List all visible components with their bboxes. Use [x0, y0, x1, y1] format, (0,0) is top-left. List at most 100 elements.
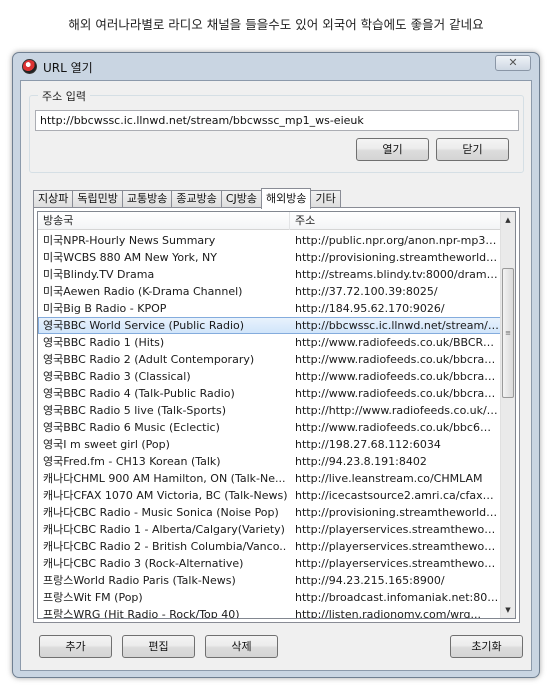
station-name: 미국Aewen Radio (K-Drama Channel): [43, 285, 243, 298]
list-item[interactable]: 미국Blindy.TV Drama http://streams.blindy.t…: [38, 266, 502, 283]
delete-button[interactable]: 삭제: [205, 635, 278, 658]
list-item[interactable]: 프랑스World Radio Paris (Talk-News) http://9…: [38, 572, 502, 589]
station-address: http://94.23.8.191:8402: [295, 455, 427, 468]
address-group: 주소 입력 http://bbcwssc.ic.llnwd.net/stream…: [29, 88, 524, 173]
list-item[interactable]: 영국BBC World Service (Public Radio) http:/…: [38, 317, 502, 334]
titlebar[interactable]: URL 열기 ✕: [13, 53, 539, 79]
station-address: http://www.radiofeeds.co.uk/BBCRadio...: [295, 336, 499, 349]
app-icon: [22, 59, 37, 74]
vertical-scrollbar[interactable]: ▲ ≡ ▼: [500, 212, 515, 618]
list-item[interactable]: 영국BBC Radio 3 (Classical) http://www.radi…: [38, 368, 502, 385]
station-address: http://public.npr.org/anon.npr-mp3/np...: [295, 234, 499, 247]
list-item[interactable]: 영국BBC Radio 4 (Talk-Public Radio) http://…: [38, 385, 502, 402]
station-address: http://broadcast.infomaniak.net:80/sta..…: [295, 591, 499, 604]
tab-panel: 방송국 주소 미국NPR-Hourly News Summary http://p…: [33, 207, 520, 623]
station-address: http://www.radiofeeds.co.uk/bbc6musi...: [295, 421, 499, 434]
window-title: URL 열기: [43, 61, 93, 75]
tab-3[interactable]: 종교방송: [171, 190, 222, 208]
tab-2[interactable]: 교통방송: [121, 190, 173, 208]
tab-0[interactable]: 지상파: [33, 190, 74, 208]
tab-1[interactable]: 독립민방: [72, 190, 123, 208]
list-item[interactable]: 영국I m sweet girl (Pop) http://198.27.68.1…: [38, 436, 502, 453]
url-input[interactable]: http://bbcwssc.ic.llnwd.net/stream/bbcws…: [35, 110, 519, 131]
station-name: 캐나다CBC Radio 2 - British Columbia/Vanco.…: [43, 540, 287, 553]
station-address: http://www.radiofeeds.co.uk/bbcradio...: [295, 387, 499, 400]
list-item[interactable]: 프랑스WRG (Hit Radio - Rock/Top 40) http://l…: [38, 606, 502, 619]
tab-4[interactable]: CJ방송: [220, 190, 262, 208]
station-address: http://listen.radionomy.com/wrg...: [295, 608, 481, 619]
station-name: 영국BBC Radio 6 Music (Eclectic): [43, 421, 220, 434]
list-item[interactable]: 캐나다CBC Radio 2 - British Columbia/Vanco.…: [38, 538, 502, 555]
station-name: 미국Blindy.TV Drama: [43, 268, 155, 281]
station-name: 캐나다CFAX 1070 AM Victoria, BC (Talk-News): [43, 489, 287, 502]
tab-5[interactable]: 해외방송: [261, 188, 312, 209]
station-name: 프랑스WRG (Hit Radio - Rock/Top 40): [43, 608, 240, 619]
column-header-address[interactable]: 주소: [290, 212, 502, 230]
station-address: http://www.radiofeeds.co.uk/bbcradio...: [295, 370, 499, 383]
list-item[interactable]: 영국BBC Radio 5 live (Talk-Sports) http://h…: [38, 402, 502, 419]
station-address: http://playerservices.streamtheworld.c..…: [295, 557, 499, 570]
station-address: http://provisioning.streamtheworld.co...: [295, 506, 499, 519]
station-name: 영국BBC Radio 2 (Adult Contemporary): [43, 353, 255, 366]
column-header-station[interactable]: 방송국: [38, 212, 290, 230]
station-address: http://184.95.62.170:9026/: [295, 302, 445, 315]
list-item[interactable]: 미국Big B Radio - KPOP http://184.95.62.170…: [38, 300, 502, 317]
category-tabs: 지상파 독립민방 교통방송 종교방송 CJ방송 해외방송 기타: [33, 187, 341, 209]
station-address: http://live.leanstream.co/CHMLAM: [295, 472, 483, 485]
list-item[interactable]: 미국WCBS 880 AM New York, NY http://provisi…: [38, 249, 502, 266]
station-list: 방송국 주소 미국NPR-Hourly News Summary http://p…: [37, 211, 516, 619]
station-name: 영국Fred.fm - CH13 Korean (Talk): [43, 455, 221, 468]
scroll-thumb[interactable]: ≡: [502, 268, 514, 398]
close-icon[interactable]: ✕: [495, 55, 531, 71]
station-name: 프랑스World Radio Paris (Talk-News): [43, 574, 236, 587]
list-item[interactable]: 캐나다CBC Radio - Music Sonica (Noise Pop) h…: [38, 504, 502, 521]
add-button[interactable]: 추가: [39, 635, 112, 658]
station-name: 영국BBC World Service (Public Radio): [43, 319, 245, 332]
station-name: 영국I m sweet girl (Pop): [43, 438, 170, 451]
station-address: http://playerservices.streamtheworld.c..…: [295, 540, 499, 553]
station-address: http://playerservices.streamtheworld.c..…: [295, 523, 499, 536]
list-rows: 미국NPR-Hourly News Summary http://public.n…: [38, 232, 502, 619]
open-button[interactable]: 열기: [356, 138, 429, 161]
station-address: http://198.27.68.112:6034: [295, 438, 441, 451]
scroll-up-icon[interactable]: ▲: [501, 212, 515, 228]
reset-button[interactable]: 초기화: [450, 635, 523, 658]
tab-6[interactable]: 기타: [310, 190, 341, 208]
station-address: http://37.72.100.39:8025/: [295, 285, 438, 298]
list-item[interactable]: 캐나다CBC Radio 3 (Rock-Alternative) http://…: [38, 555, 502, 572]
list-item[interactable]: 캐나다CHML 900 AM Hamilton, ON (Talk-Ne... h…: [38, 470, 502, 487]
station-name: 미국WCBS 880 AM New York, NY: [43, 251, 217, 264]
list-item[interactable]: 미국NPR-Hourly News Summary http://public.n…: [38, 232, 502, 249]
list-item[interactable]: 영국BBC Radio 6 Music (Eclectic) http://www…: [38, 419, 502, 436]
edit-button[interactable]: 편집: [122, 635, 195, 658]
station-address: http://streams.blindy.tv:8000/drama.m...: [295, 268, 499, 281]
station-name: 미국Big B Radio - KPOP: [43, 302, 167, 315]
station-address: http://http://www.radiofeeds.co.uk/bbc..…: [295, 404, 499, 417]
station-name: 캐나다CBC Radio - Music Sonica (Noise Pop): [43, 506, 279, 519]
list-header: 방송국 주소: [38, 212, 502, 230]
address-group-label: 주소 입력: [38, 88, 90, 104]
list-item[interactable]: 영국BBC Radio 2 (Adult Contemporary) http:/…: [38, 351, 502, 368]
list-item[interactable]: 캐나다CBC Radio 1 - Alberta/Calgary(Variety…: [38, 521, 502, 538]
close-button[interactable]: 닫기: [436, 138, 509, 161]
url-open-dialog: URL 열기 ✕ 주소 입력 http://bbcwssc.ic.llnwd.n…: [12, 52, 540, 678]
station-address: http://icecastsource2.amri.ca/cfaxam-...: [295, 489, 499, 502]
dialog-client: 주소 입력 http://bbcwssc.ic.llnwd.net/stream…: [20, 80, 532, 671]
list-item[interactable]: 영국BBC Radio 1 (Hits) http://www.radiofeed…: [38, 334, 502, 351]
list-item[interactable]: 미국Aewen Radio (K-Drama Channel) http://37…: [38, 283, 502, 300]
list-item[interactable]: 캐나다CFAX 1070 AM Victoria, BC (Talk-News)…: [38, 487, 502, 504]
station-address: http://bbcwssc.ic.llnwd.net/stream/bbc..…: [295, 319, 499, 332]
scroll-down-icon[interactable]: ▼: [501, 602, 515, 618]
station-name: 미국NPR-Hourly News Summary: [43, 234, 216, 247]
list-item[interactable]: 영국Fred.fm - CH13 Korean (Talk) http://94.…: [38, 453, 502, 470]
station-name: 영국BBC Radio 4 (Talk-Public Radio): [43, 387, 235, 400]
station-address: http://94.23.215.165:8900/: [295, 574, 445, 587]
station-name: 프랑스Wit FM (Pop): [43, 591, 143, 604]
station-name: 영국BBC Radio 3 (Classical): [43, 370, 191, 383]
list-item[interactable]: 프랑스Wit FM (Pop) http://broadcast.infomani…: [38, 589, 502, 606]
station-name: 캐나다CBC Radio 3 (Rock-Alternative): [43, 557, 244, 570]
station-name: 영국BBC Radio 1 (Hits): [43, 336, 165, 349]
page-caption: 해외 여러나라별로 라디오 채널을 들을수도 있어 외국어 학습에도 좋을거 같…: [68, 17, 484, 32]
station-name: 캐나다CBC Radio 1 - Alberta/Calgary(Variety…: [43, 523, 285, 536]
station-name: 영국BBC Radio 5 live (Talk-Sports): [43, 404, 226, 417]
